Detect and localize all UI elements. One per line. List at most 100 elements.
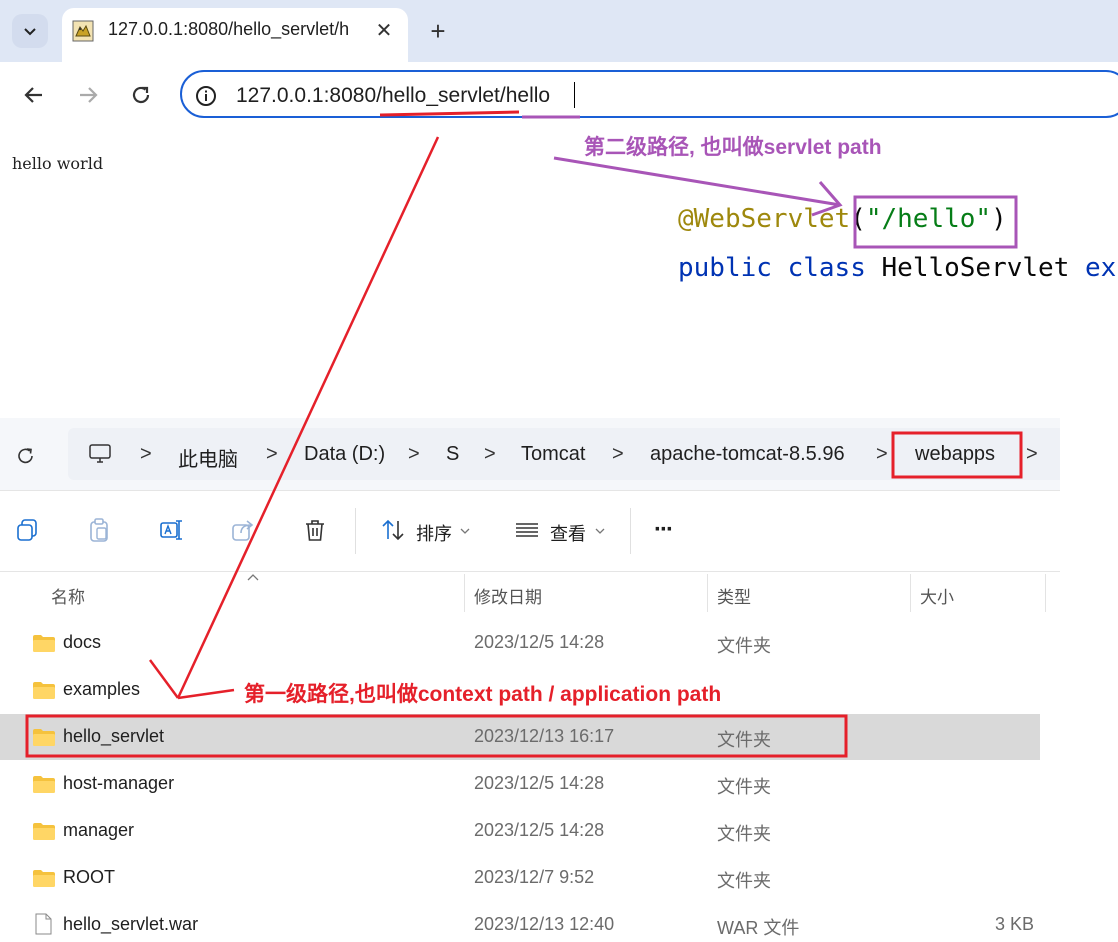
back-button[interactable]: [18, 79, 50, 111]
code-annotation-line: @WebServlet("/hello"): [678, 204, 1007, 234]
breadcrumb-webapps[interactable]: webapps: [915, 443, 995, 466]
file-icon: [35, 913, 52, 935]
folder-icon: [33, 870, 55, 887]
close-tab-icon[interactable]: ✕: [370, 16, 398, 44]
this-pc-icon[interactable]: [88, 442, 112, 466]
column-header-size[interactable]: 大小: [920, 583, 954, 608]
code-annotation: @WebServlet: [678, 204, 851, 234]
code-trailing: ex: [1085, 253, 1117, 283]
chevron-down-icon: [24, 28, 36, 36]
copy-button[interactable]: [12, 515, 42, 545]
new-tab-button[interactable]: +: [420, 14, 456, 48]
view-button[interactable]: [512, 515, 542, 545]
sort-button[interactable]: [378, 515, 408, 545]
file-row[interactable]: hello_servlet.war 2023/12/13 12:40 WAR 文…: [0, 902, 1060, 942]
command-divider: [630, 508, 631, 554]
url-text[interactable]: 127.0.0.1:8080/hello_servlet/hello: [236, 84, 550, 108]
more-options-button[interactable]: ···: [654, 516, 674, 544]
file-name: manager: [63, 820, 135, 840]
breadcrumb-separator: >: [266, 443, 278, 465]
page-body-text: hello world: [12, 154, 104, 173]
column-header-modified[interactable]: 修改日期: [474, 583, 542, 608]
explorer-refresh-button[interactable]: [10, 440, 42, 472]
breadcrumb-separator: >: [484, 443, 496, 465]
column-divider: [464, 574, 465, 612]
arrow-left-icon: [24, 87, 42, 103]
file-size: 3 KB: [994, 914, 1034, 934]
file-date: 2023/12/13 12:40: [474, 914, 615, 934]
breadcrumb-s[interactable]: S: [446, 443, 459, 466]
column-header-name[interactable]: 名称: [51, 583, 85, 608]
tab-title: 127.0.0.1:8080/hello_servlet/h: [108, 19, 350, 39]
code-keyword-class: class: [787, 253, 866, 283]
share-button[interactable]: [228, 515, 258, 545]
code-path-string: "/hello": [865, 204, 992, 234]
folder-icon: [33, 823, 55, 840]
copy-icon: [17, 519, 37, 541]
breadcrumb-separator: >: [140, 443, 152, 465]
breadcrumb-separator: >: [1026, 443, 1038, 465]
paste-icon: [90, 518, 108, 542]
code-close-paren: ): [991, 204, 1007, 234]
breadcrumb-this-pc[interactable]: 此电脑: [178, 443, 238, 472]
file-row[interactable]: docs 2023/12/5 14:28 文件夹: [0, 620, 1060, 666]
breadcrumb-separator: >: [408, 443, 420, 465]
folder-icon: [33, 682, 55, 699]
folder-icon: [33, 729, 55, 746]
file-row[interactable]: ROOT 2023/12/7 9:52 文件夹: [0, 855, 1060, 901]
file-date: 2023/12/5 14:28: [474, 632, 605, 652]
chevron-down-icon: [595, 528, 605, 534]
sort-icon: [382, 519, 404, 541]
code-open-paren: (: [850, 204, 866, 234]
code-keyword-public: public: [678, 253, 772, 283]
url-host: 127.0.0.1:8080: [236, 84, 377, 107]
servlet-path-annotation: 第二级路径, 也叫做servlet path: [584, 136, 882, 159]
file-date: 2023/12/5 14:28: [474, 773, 605, 793]
breadcrumb-tomcat[interactable]: Tomcat: [521, 443, 585, 466]
file-row[interactable]: host-manager 2023/12/5 14:28 文件夹: [0, 761, 1060, 807]
sort-ascending-icon: [247, 574, 259, 581]
share-icon: [232, 520, 254, 541]
url-servlet-path: /hello: [499, 84, 551, 107]
delete-button[interactable]: [300, 515, 330, 545]
rename-icon: [160, 520, 182, 540]
breadcrumb-separator: >: [612, 443, 624, 465]
file-name: ROOT: [63, 867, 115, 887]
column-header-type[interactable]: 类型: [717, 583, 751, 608]
info-icon[interactable]: [195, 85, 217, 107]
file-type: 文件夹: [717, 777, 771, 797]
file-row[interactable]: manager 2023/12/5 14:28 文件夹: [0, 808, 1060, 854]
file-name: docs: [63, 632, 102, 652]
command-divider: [355, 508, 356, 554]
reload-button[interactable]: [125, 79, 157, 111]
folder-icon: [33, 635, 55, 652]
trash-icon: [306, 520, 324, 541]
servlet-path-arrow: [553, 156, 841, 207]
breadcrumb-apache-tomcat[interactable]: apache-tomcat-8.5.96: [650, 443, 845, 466]
arrow-right-icon: [80, 87, 98, 103]
file-date: 2023/12/13 16:17: [474, 726, 615, 746]
file-type: 文件夹: [717, 824, 771, 844]
url-context-path: /hello_servlet: [376, 84, 500, 107]
view-label[interactable]: 查看: [550, 520, 586, 546]
forward-button[interactable]: [72, 79, 104, 111]
file-name: host-manager: [63, 773, 175, 793]
code-class-name: HelloServlet: [881, 253, 1070, 283]
breadcrumb-separator: >: [876, 443, 888, 465]
folder-icon: [33, 776, 55, 793]
tab-search-button[interactable]: [12, 14, 48, 48]
reload-icon: [132, 86, 150, 104]
file-row-selected[interactable]: hello_servlet 2023/12/13 16:17 文件夹: [0, 714, 1040, 760]
breadcrumb-data-drive[interactable]: Data (D:): [304, 443, 385, 466]
text-caret: [574, 82, 575, 108]
rename-button[interactable]: [156, 515, 186, 545]
sort-label[interactable]: 排序: [416, 520, 452, 546]
file-name: hello_servlet: [63, 726, 165, 746]
file-type: WAR 文件: [717, 918, 800, 938]
column-divider: [910, 574, 911, 612]
file-date: 2023/12/7 9:52: [474, 867, 595, 887]
paste-button[interactable]: [84, 515, 114, 545]
tomcat-favicon-icon: [72, 20, 94, 42]
column-divider: [707, 574, 708, 612]
file-type: 文件夹: [717, 730, 771, 750]
